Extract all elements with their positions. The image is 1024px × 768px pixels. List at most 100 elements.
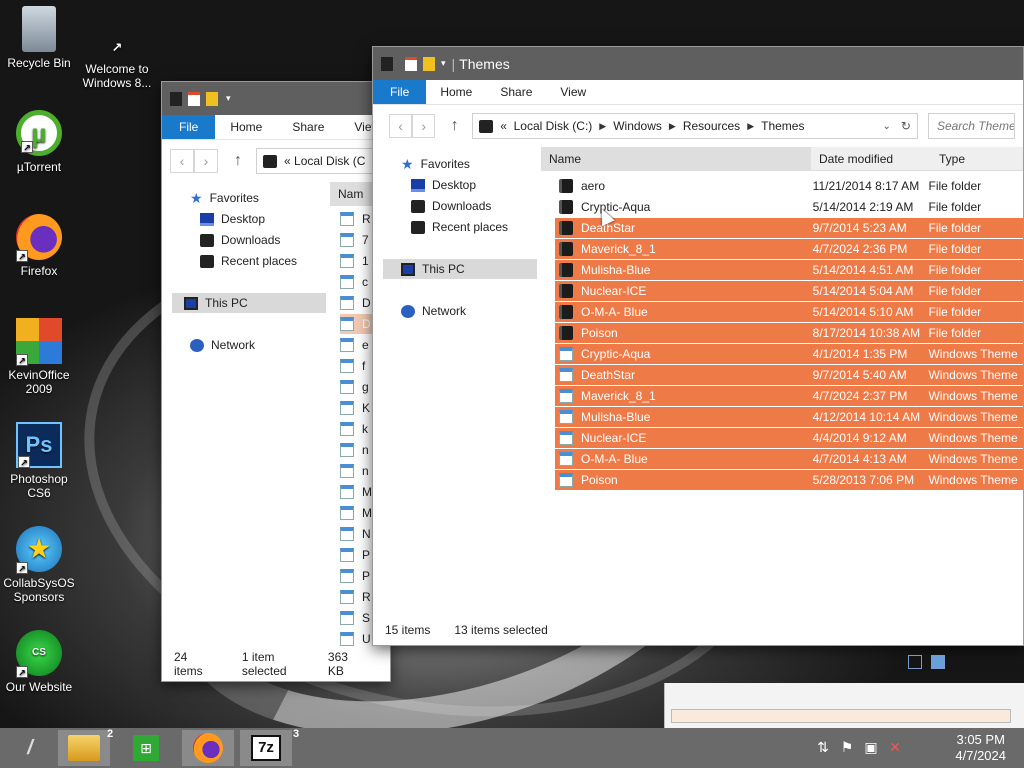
refresh-icon[interactable]: ↻	[901, 119, 911, 133]
ribbon: File Home Share Viev	[162, 115, 390, 140]
desktop-icon-welcome[interactable]: ↗ Welcome to Windows 8...	[78, 38, 156, 91]
action-center-flag-icon[interactable]: ⚑	[838, 739, 856, 755]
theme-file-icon	[559, 452, 573, 466]
scrollbar[interactable]	[671, 709, 1011, 723]
file-row[interactable]: O-M-A- Blue 5/14/2014 5:10 AM File folder	[555, 302, 1023, 322]
file-row[interactable]: Poison 8/17/2014 10:38 AM File folder	[555, 323, 1023, 343]
tab-home[interactable]: Home	[426, 80, 486, 104]
desktop-icon-kevinoffice[interactable]: ↗ KevinOffice 2009	[0, 318, 78, 396]
file-row[interactable]: DeathStar 9/7/2014 5:40 AM Windows Theme	[555, 365, 1023, 385]
folder-icon	[559, 284, 573, 298]
taskbar-store[interactable]: ⊞	[120, 730, 172, 766]
up-button[interactable]: ↑	[226, 149, 250, 173]
desktop-icon-utorrent[interactable]: µ ↗ µTorrent	[0, 110, 78, 174]
nav-this-pc[interactable]: This PC	[172, 293, 326, 313]
folder-icon	[559, 200, 573, 214]
nav-desktop[interactable]: Desktop	[200, 209, 265, 229]
file-row[interactable]: Nuclear-ICE 5/14/2014 5:04 AM File folder	[555, 281, 1023, 301]
breadcrumb-resources[interactable]: Resources	[683, 119, 740, 133]
nav-network[interactable]: Network	[190, 335, 255, 355]
nav-this-pc[interactable]: This PC	[383, 259, 537, 279]
volume-muted-icon[interactable]: ✕	[886, 739, 904, 755]
tab-view[interactable]: View	[546, 80, 600, 104]
file-row[interactable]: Cryptic-Aqua 4/1/2014 1:35 PM Windows Them…	[555, 344, 1023, 364]
file-row[interactable]: Cryptic-Aqua 5/14/2014 2:19 AM File folder	[555, 197, 1023, 217]
back-button[interactable]: ‹	[389, 114, 413, 138]
column-name[interactable]: Name	[541, 147, 811, 170]
properties-icon[interactable]	[405, 56, 417, 71]
file-row[interactable]: Mulisha-Blue 4/12/2014 10:14 AM Windows Th…	[555, 407, 1023, 427]
titlebar[interactable]: ▾ | Themes	[373, 47, 1023, 80]
clock[interactable]: 3:05 PM 4/7/2024	[955, 732, 1006, 764]
file-name: Poison	[581, 326, 618, 340]
address-bar[interactable]: « Local Disk (C:) ▶ Windows ▶ Resources …	[472, 113, 918, 139]
column-type[interactable]: Type	[931, 147, 1023, 170]
address-bar[interactable]: « Local Disk (C	[256, 148, 376, 174]
nav-downloads[interactable]: Downloads	[200, 230, 280, 250]
shortcut-arrow-icon: ↗	[16, 562, 28, 574]
file-row[interactable]: aero 11/21/2014 8:17 AM File folder	[555, 176, 1023, 196]
desktop-icon-firefox[interactable]: ↗ Firefox	[0, 214, 78, 278]
forward-button[interactable]: ›	[412, 114, 436, 138]
tab-share[interactable]: Share	[277, 115, 339, 139]
titlebar[interactable]: ▾	[162, 82, 390, 115]
file-type: File folder	[928, 326, 982, 340]
tab-share[interactable]: Share	[486, 80, 546, 104]
network-transfer-icon[interactable]: ⇅	[814, 739, 832, 755]
file-icon	[340, 296, 354, 310]
desktop-icon-collabsysos-sponsors[interactable]: ★ ↗ CollabSysOS Sponsors	[0, 526, 78, 604]
file-row[interactable]: Maverick_8_1 4/7/2024 2:36 PM File folder	[555, 239, 1023, 259]
window-title: Themes	[459, 55, 510, 72]
file-row[interactable]: Maverick_8_1 4/7/2024 2:37 PM Windows Them…	[555, 386, 1023, 406]
file-name: Nuclear-ICE	[581, 284, 647, 298]
breadcrumb-local-disk[interactable]: Local Disk (C:)	[514, 119, 593, 133]
address-dropdown-icon[interactable]: ⌄	[882, 121, 890, 132]
breadcrumb-windows[interactable]: Windows	[613, 119, 662, 133]
taskbar-7zip[interactable]: 7z	[240, 730, 292, 766]
file-row[interactable]: O-M-A- Blue 4/7/2014 4:13 AM Windows Theme	[555, 449, 1023, 469]
nav-favorites[interactable]: ★ Favorites	[190, 188, 259, 208]
chevron-down-icon[interactable]: ▾	[226, 93, 231, 104]
up-button[interactable]: ↑	[443, 114, 466, 138]
tab-file[interactable]: File	[373, 80, 427, 104]
explorer-window-themes[interactable]: ▾ | Themes File Home Share View ‹ › ↑ « …	[372, 46, 1024, 646]
properties-icon[interactable]	[188, 91, 200, 106]
desktop-icon	[411, 178, 425, 192]
tab-home[interactable]: Home	[215, 115, 277, 139]
new-folder-icon[interactable]	[206, 91, 218, 106]
network-status-icon[interactable]: ▣	[862, 739, 880, 755]
breadcrumb-themes[interactable]: Themes	[761, 119, 804, 133]
file-row[interactable]: DeathStar 9/7/2014 5:23 AM File folder	[555, 218, 1023, 238]
navigation-pane: ★ Favorites Desktop Downloads Recent plac…	[162, 182, 330, 657]
breadcrumb-arrow-icon: ▶	[599, 120, 607, 131]
back-button[interactable]: ‹	[170, 149, 194, 173]
nav-network[interactable]: Network	[401, 301, 466, 321]
content-area: ★ Favorites Desktop Downloads Recent plac…	[162, 182, 390, 657]
nav-desktop[interactable]: Desktop	[411, 175, 476, 195]
file-name: D	[362, 296, 371, 310]
desktop-icon-recycle-bin[interactable]: Recycle Bin	[0, 6, 78, 70]
desktop-icon-our-website[interactable]: CS ↗ Our Website	[0, 630, 78, 694]
chevron-down-icon[interactable]: ▾	[441, 58, 446, 69]
nav-recent-places[interactable]: Recent places	[200, 251, 297, 271]
file-date: 9/7/2014 5:40 AM	[812, 368, 907, 382]
desktop-icon-photoshop[interactable]: Ps ↗ Photoshop CS6	[0, 422, 78, 500]
file-row[interactable]: Mulisha-Blue 5/14/2014 4:51 AM File folder	[555, 260, 1023, 280]
tab-file[interactable]: File	[162, 115, 216, 139]
nav-downloads[interactable]: Downloads	[411, 196, 491, 216]
nav-favorites[interactable]: ★ Favorites	[401, 154, 470, 174]
taskbar-firefox[interactable]	[182, 730, 234, 766]
file-row[interactable]: Poison 5/28/2013 7:06 PM Windows Theme	[555, 470, 1023, 490]
column-date-modified[interactable]: Date modified	[811, 147, 931, 170]
large-icons-view-icon[interactable]	[931, 655, 945, 669]
new-folder-icon[interactable]	[423, 56, 435, 71]
website-icon: CS ↗	[16, 630, 62, 678]
search-input[interactable]: Search Themes	[927, 113, 1016, 139]
start-button[interactable]: /	[4, 730, 56, 766]
file-row[interactable]: Nuclear-ICE 4/4/2014 9:12 AM Windows Theme	[555, 428, 1023, 448]
details-view-icon[interactable]	[908, 655, 922, 669]
nav-recent-places[interactable]: Recent places	[411, 217, 508, 237]
explorer-window-back[interactable]: ▾ File Home Share Viev ‹ › ↑ « Local Dis…	[161, 81, 391, 682]
forward-button[interactable]: ›	[194, 149, 218, 173]
taskbar-file-explorer[interactable]	[58, 730, 110, 766]
